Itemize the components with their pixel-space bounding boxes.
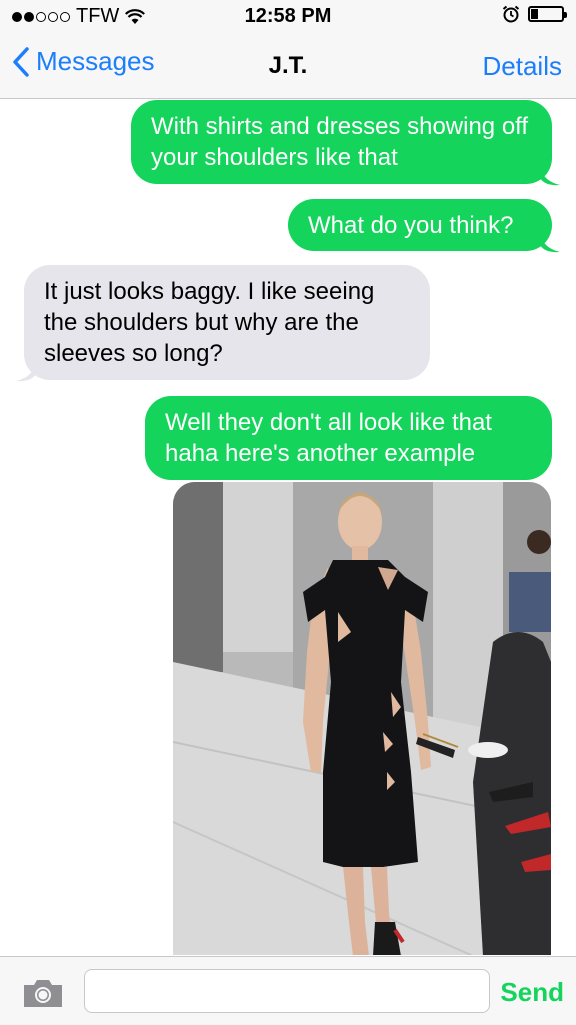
alarm-icon [502, 5, 520, 23]
navigation-bar: Messages J.T. Details [0, 34, 576, 99]
photo-attachment[interactable] [173, 482, 551, 955]
bubble-tail [540, 233, 560, 253]
received-message[interactable]: It just looks baggy. I like seeing the s… [24, 265, 430, 380]
send-button[interactable]: Send [500, 977, 564, 1008]
message-text: Well they don't all look like that haha … [165, 409, 492, 467]
sent-message[interactable]: With shirts and dresses showing off your… [131, 100, 552, 184]
message-text: With shirts and dresses showing off your… [151, 113, 529, 171]
battery-icon [528, 6, 567, 22]
clock: 12:58 PM [244, 5, 332, 27]
message-text: It just looks baggy. I like seeing the s… [44, 278, 375, 367]
compose-bar: Send [0, 956, 576, 1025]
message-input[interactable] [84, 969, 490, 1013]
details-button[interactable]: Details [483, 51, 562, 82]
message-text: What do you think? [308, 212, 514, 239]
bubble-tail [540, 166, 560, 186]
status-right [502, 5, 567, 23]
conversation-thread: With shirts and dresses showing off your… [0, 99, 576, 955]
bubble-tail [16, 362, 36, 382]
status-bar: TFW 12:58 PM [0, 0, 576, 34]
camera-icon[interactable] [22, 977, 64, 1009]
runway-photo [173, 482, 551, 955]
sent-message[interactable]: What do you think? [288, 199, 552, 251]
sent-message[interactable]: Well they don't all look like that haha … [145, 396, 552, 480]
